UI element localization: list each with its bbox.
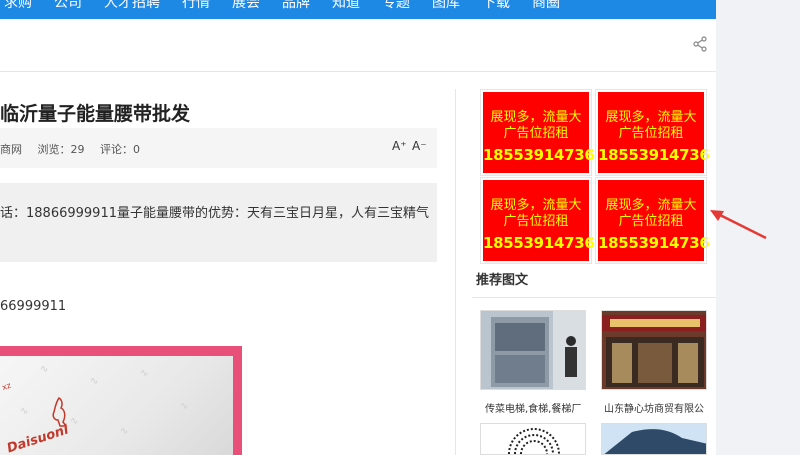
recommended-thumb-2[interactable]: [601, 310, 707, 390]
nav-item-market[interactable]: 行情: [182, 0, 210, 13]
recommended-caption-1[interactable]: 传菜电梯,食梯,餐梯厂: [485, 400, 581, 415]
ad-banner-4[interactable]: 展现多，流量大 广告位招租 18553914736: [595, 177, 710, 264]
ad-phone: 18553914736: [598, 234, 710, 252]
ad-text: 广告位招租: [618, 126, 684, 141]
article-phone-line: 66999911: [0, 299, 67, 314]
recommended-thumb-1[interactable]: [480, 310, 586, 390]
product-image: ∿ ∿ ∿ ∿ ∿ ∿ ∿ xz Daisuoni: [0, 346, 242, 455]
storefront-photo: [602, 311, 706, 389]
ad-banner-2[interactable]: 展现多，流量大 广告位招租 18553914736: [595, 89, 710, 176]
nav-item-topics[interactable]: 专题: [382, 0, 410, 13]
ad-text: 广告位招租: [503, 126, 569, 141]
recommended-thumb-4[interactable]: [601, 423, 707, 455]
building-photo: [602, 424, 706, 454]
font-increase-button[interactable]: A⁺: [392, 139, 407, 153]
annotation-arrow-icon: [710, 210, 767, 240]
font-decrease-button[interactable]: A⁻: [412, 139, 427, 153]
recommended-title: 推荐图文: [476, 273, 529, 288]
top-nav: 求购 公司 人才招聘 行情 展会 品牌 知道 专题 图库 下载 商圈: [0, 0, 716, 19]
nav-item-buy[interactable]: 求购: [4, 0, 32, 13]
article-comments[interactable]: 评论：0: [100, 143, 140, 156]
ad-text: 广告位招租: [618, 214, 684, 229]
ad-text: 展现多，流量大: [490, 110, 582, 125]
product-brand-text: Daisuoni: [5, 422, 71, 455]
kangaroo-logo-icon: [52, 396, 68, 427]
share-icon[interactable]: [692, 36, 708, 52]
ad-text: 展现多，流量大: [490, 198, 582, 213]
elevator-photo: [481, 311, 585, 389]
article-source: 商网: [0, 143, 22, 156]
nav-item-brand[interactable]: 品牌: [282, 0, 310, 13]
article-meta-info: 商网 浏览：29 评论：0: [0, 141, 152, 157]
article-summary-text: 话：18866999911量子能量腰带的优势：天有三宝日月星，人有三宝精气: [0, 206, 429, 221]
article-meta-bar: 商网 浏览：29 评论：0 A⁺ A⁻: [0, 128, 437, 168]
recommended-caption-2[interactable]: 山东静心坊商贸有限公: [604, 400, 704, 415]
ad-text: 展现多，流量大: [605, 110, 697, 125]
article-summary: 话：18866999911量子能量腰带的优势：天有三宝日月星，人有三宝精气: [0, 183, 437, 262]
article-views: 浏览：29: [37, 143, 85, 156]
nav-item-jobs[interactable]: 人才招聘: [104, 0, 160, 13]
recommended-divider: [472, 297, 716, 298]
ad-banner-3[interactable]: 展现多，流量大 广告位招租 18553914736: [480, 177, 595, 264]
ad-phone: 18553914736: [598, 146, 710, 164]
column-divider: [455, 89, 456, 455]
nav-item-knowledge[interactable]: 知道: [332, 0, 360, 13]
content-panel: 临沂量子能量腰带批发 商网 浏览：29 评论：0 A⁺ A⁻ 话：1886699…: [0, 19, 716, 455]
nav-item-business[interactable]: 商圈: [532, 0, 560, 13]
ad-text: 广告位招租: [503, 214, 569, 229]
nav-item-company[interactable]: 公司: [54, 0, 82, 13]
recommended-thumb-3[interactable]: [480, 423, 586, 455]
article-title: 临沂量子能量腰带批发: [0, 103, 191, 125]
product-sub-text: xz: [0, 380, 13, 393]
qr-logo-photo: [481, 424, 585, 454]
ad-text: 展现多，流量大: [605, 198, 697, 213]
nav-item-expo[interactable]: 展会: [232, 0, 260, 13]
ad-phone: 18553914736: [483, 146, 595, 164]
ad-banner-1[interactable]: 展现多，流量大 广告位招租 18553914736: [480, 89, 595, 176]
product-box-photo: ∿ ∿ ∿ ∿ ∿ ∿ ∿ xz Daisuoni: [0, 356, 233, 455]
page: 求购 公司 人才招聘 行情 展会 品牌 知道 专题 图库 下载 商圈 临沂量子能…: [0, 0, 800, 455]
ad-phone: 18553914736: [483, 234, 595, 252]
nav-item-download[interactable]: 下载: [482, 0, 510, 13]
share-bar: [0, 19, 716, 72]
nav-item-gallery[interactable]: 图库: [432, 0, 460, 13]
